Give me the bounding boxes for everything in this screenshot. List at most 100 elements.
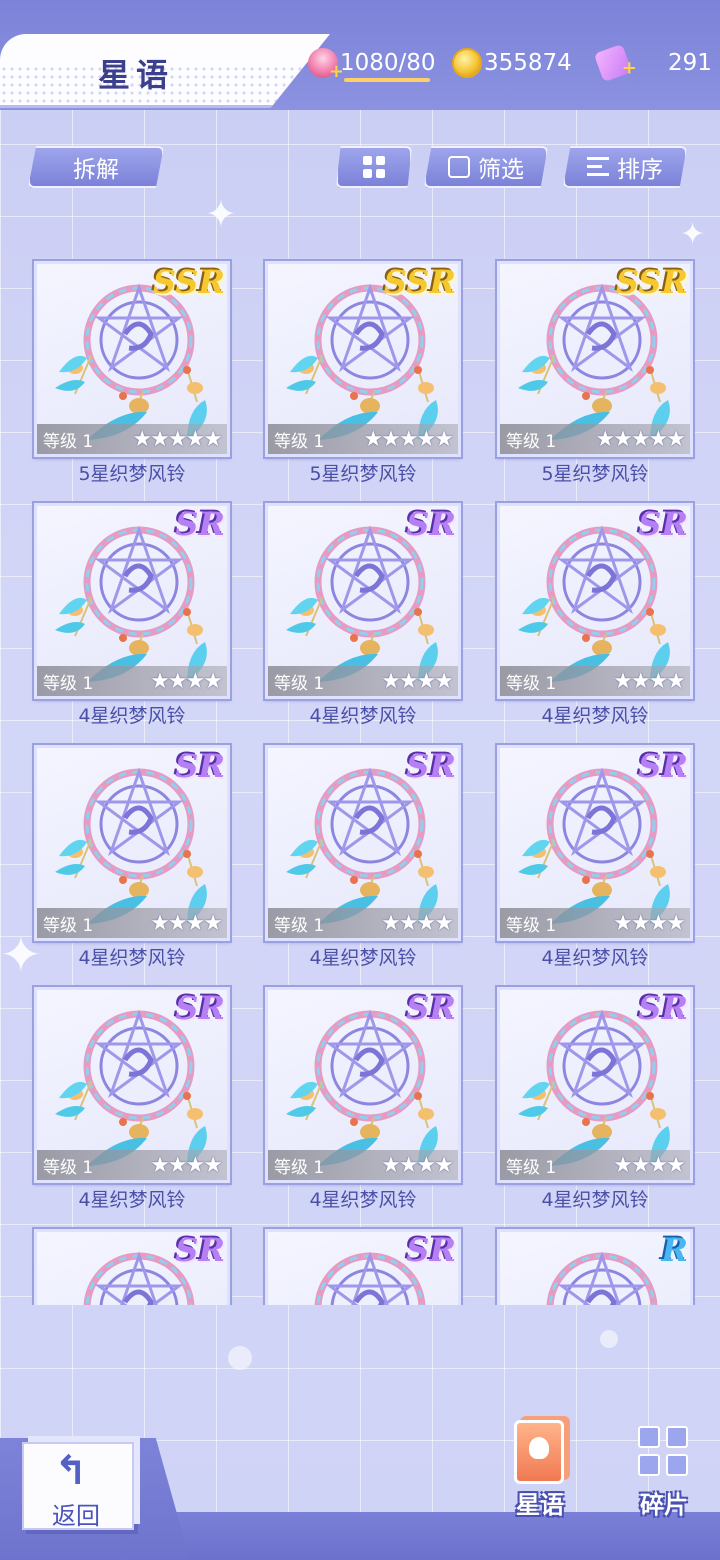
level-bar: 等级 1 ★★★★	[37, 666, 227, 696]
cupcake-icon: +	[308, 48, 344, 82]
rarity-badge: SR	[175, 747, 225, 785]
back-label: 返回	[52, 1502, 100, 1530]
card-name: 5星织梦风铃	[78, 463, 186, 485]
diamond-icon: +	[593, 43, 637, 83]
card-name: 4星织梦风铃	[541, 947, 649, 969]
bubble-decoration	[228, 1346, 252, 1370]
card-name: 4星织梦风铃	[309, 947, 417, 969]
level-label: 等级 1	[43, 673, 94, 694]
card-item[interactable]: SR	[263, 1227, 463, 1305]
gem-value: 291	[668, 50, 712, 76]
rarity-badge: SR	[406, 1231, 456, 1269]
card-name: 4星织梦风铃	[541, 1189, 649, 1211]
rarity-badge: SR	[175, 989, 225, 1027]
back-button[interactable]: ↰ 返回	[22, 1442, 134, 1530]
card-item[interactable]: R	[495, 1227, 695, 1305]
rarity-badge: SR	[638, 505, 688, 543]
level-label: 等级 1	[274, 1157, 325, 1178]
card-item[interactable]: SSR 等级 1 ★★★★★ 5星织梦风铃	[32, 259, 232, 491]
star-rating: ★★★★	[150, 910, 223, 936]
level-bar: 等级 1 ★★★★	[500, 666, 690, 696]
top-bar: 星语 + 1080/80 355874 + 291	[0, 0, 720, 110]
level-bar: 等级 1 ★★★★★	[500, 424, 690, 454]
card-item[interactable]: SR 等级 1 ★★★★ 4星织梦风铃	[32, 985, 232, 1217]
card-item[interactable]: SR 等级 1 ★★★★ 4星织梦风铃	[495, 743, 695, 975]
sort-button[interactable]: 排序	[563, 146, 687, 188]
filter-label: 筛选	[478, 157, 524, 183]
card-item[interactable]: SR 等级 1 ★★★★ 4星织梦风铃	[32, 501, 232, 733]
coin-value: 355874	[484, 50, 572, 76]
level-bar: 等级 1 ★★★★	[500, 908, 690, 938]
level-bar: 等级 1 ★★★★	[500, 1150, 690, 1180]
star-rating: ★★★★★	[363, 426, 454, 452]
star-rating: ★★★★	[613, 1152, 686, 1178]
card-frame: SR 等级 1 ★★★★	[495, 985, 695, 1185]
sort-label: 排序	[617, 157, 663, 183]
card-name: 4星织梦风铃	[309, 1189, 417, 1211]
rarity-badge: SR	[638, 989, 688, 1027]
rarity-badge: SR	[406, 505, 456, 543]
card-icon	[514, 1420, 564, 1484]
star-rating: ★★★★	[381, 668, 454, 694]
page-title: 星语	[98, 56, 175, 94]
level-bar: 等级 1 ★★★★	[268, 666, 458, 696]
card-item[interactable]: SR 等级 1 ★★★★ 4星织梦风铃	[32, 743, 232, 975]
star-rating: ★★★★	[381, 1152, 454, 1178]
nav-fragments[interactable]: 碎片	[624, 1420, 704, 1520]
card-item[interactable]: SSR 等级 1 ★★★★★ 5星织梦风铃	[495, 259, 695, 491]
card-item[interactable]: SR	[32, 1227, 232, 1305]
gem-counter[interactable]: + 291	[593, 43, 712, 83]
level-label: 等级 1	[506, 431, 557, 452]
sparkle-decoration: ✦	[680, 217, 706, 252]
nav-star-words[interactable]: 星语	[500, 1420, 580, 1520]
card-frame: SR 等级 1 ★★★★	[263, 985, 463, 1185]
rarity-badge: SSR	[383, 263, 456, 301]
grid-view-button[interactable]	[336, 146, 412, 188]
card-name: 5星织梦风铃	[541, 463, 649, 485]
card-grid: SSR 等级 1 ★★★★★ 5星织梦风铃 SSR 等级 1 ★★★★★ 5星织…	[0, 255, 720, 1305]
star-rating: ★★★★	[150, 668, 223, 694]
rarity-badge: SR	[638, 747, 688, 785]
nav-star-words-label: 星语	[516, 1491, 564, 1519]
coin-icon	[452, 48, 482, 78]
card-item[interactable]: SSR 等级 1 ★★★★★ 5星织梦风铃	[263, 259, 463, 491]
card-name: 4星织梦风铃	[78, 705, 186, 727]
star-rating: ★★★★	[613, 668, 686, 694]
card-frame: SSR 等级 1 ★★★★★	[263, 259, 463, 459]
level-label: 等级 1	[506, 1157, 557, 1178]
card-name: 4星织梦风铃	[78, 947, 186, 969]
sort-icon	[587, 157, 609, 177]
level-bar: 等级 1 ★★★★★	[268, 424, 458, 454]
card-item[interactable]: SR 等级 1 ★★★★ 4星织梦风铃	[263, 985, 463, 1217]
star-rating: ★★★★	[613, 910, 686, 936]
card-item[interactable]: SR 等级 1 ★★★★ 4星织梦风铃	[495, 985, 695, 1217]
rarity-badge: SR	[175, 1231, 225, 1269]
card-item[interactable]: SR 等级 1 ★★★★ 4星织梦风铃	[263, 743, 463, 975]
card-frame: SR 等级 1 ★★★★	[495, 501, 695, 701]
rarity-badge: SSR	[615, 263, 688, 301]
card-name: 4星织梦风铃	[309, 705, 417, 727]
card-frame: SR 等级 1 ★★★★	[495, 743, 695, 943]
level-label: 等级 1	[43, 431, 94, 452]
nav-fragments-label: 碎片	[640, 1491, 688, 1519]
stamina-counter[interactable]: + 1080/80	[308, 44, 436, 82]
filter-button[interactable]: 筛选	[424, 146, 548, 188]
level-label: 等级 1	[506, 915, 557, 936]
fragments-icon	[638, 1426, 692, 1480]
card-name: 5星织梦风铃	[309, 463, 417, 485]
disassemble-button[interactable]: 拆解	[28, 146, 164, 188]
card-frame: SR 等级 1 ★★★★	[32, 743, 232, 943]
level-bar: 等级 1 ★★★★	[37, 1150, 227, 1180]
card-item[interactable]: SR 等级 1 ★★★★ 4星织梦风铃	[263, 501, 463, 733]
sparkle-decoration: ✦	[205, 192, 237, 236]
rarity-badge: SSR	[152, 263, 225, 301]
star-rating: ★★★★★	[132, 426, 223, 452]
card-frame: SR	[263, 1227, 463, 1305]
level-bar: 等级 1 ★★★★	[37, 908, 227, 938]
card-frame: SR 等级 1 ★★★★	[32, 501, 232, 701]
grid-icon	[363, 156, 385, 178]
rarity-badge: SR	[406, 989, 456, 1027]
level-label: 等级 1	[274, 673, 325, 694]
card-frame: SR 等级 1 ★★★★	[32, 985, 232, 1185]
card-item[interactable]: SR 等级 1 ★★★★ 4星织梦风铃	[495, 501, 695, 733]
